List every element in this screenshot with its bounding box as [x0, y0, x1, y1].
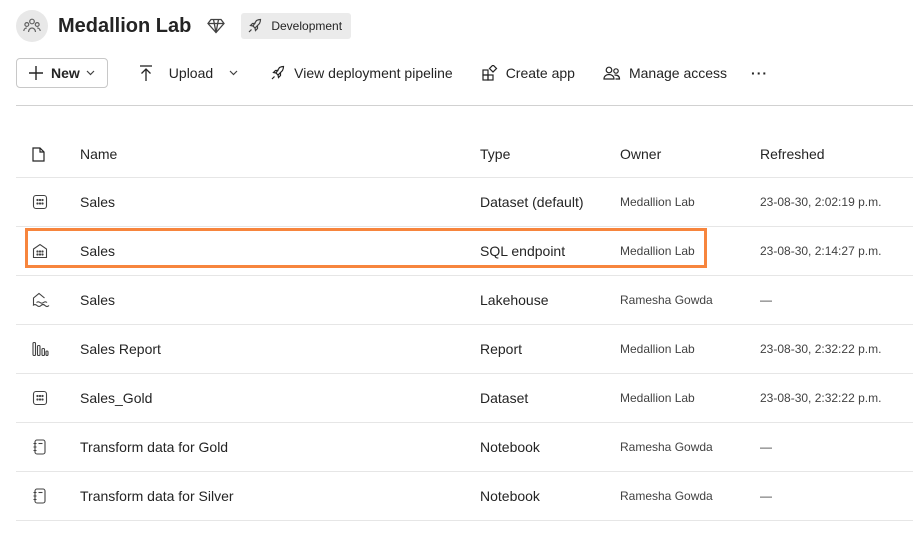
item-type: Notebook: [480, 488, 540, 504]
people-icon: [603, 66, 621, 80]
item-owner: Ramesha Gowda: [620, 489, 713, 503]
file-type-icon: [32, 131, 52, 177]
chevron-down-icon: [86, 70, 95, 76]
chevron-down-icon: [229, 70, 238, 76]
table-row[interactable]: Sales SQL endpoint Medallion Lab 23-08-3…: [16, 227, 913, 276]
upload-button[interactable]: Upload: [139, 65, 238, 81]
workspace-header: Medallion Lab Development: [16, 9, 352, 43]
dataset-icon: [32, 374, 52, 422]
table-row[interactable]: Sales Report Report Medallion Lab 23-08-…: [16, 325, 913, 374]
item-type: Dataset: [480, 390, 529, 406]
item-type: SQL endpoint: [480, 243, 566, 259]
workspace-title: Medallion Lab: [58, 14, 192, 37]
manage-access-button[interactable]: Manage access: [603, 65, 727, 81]
rocket-icon: [248, 18, 262, 33]
diamond-icon[interactable]: [207, 18, 226, 34]
upload-icon: [139, 65, 152, 81]
item-refreshed: 23-08-30, 2:14:27 p.m.: [760, 244, 882, 258]
item-name-link[interactable]: Sales: [80, 276, 115, 324]
table-header-row: Name Type Owner Refreshed: [16, 131, 913, 178]
item-refreshed: 23-08-30, 2:32:22 p.m.: [760, 342, 882, 356]
workspace-items-table: Name Type Owner Refreshed Sales Dataset …: [16, 131, 913, 521]
table-row[interactable]: Sales_Gold Dataset Medallion Lab 23-08-3…: [16, 374, 913, 423]
item-refreshed: —: [760, 489, 772, 503]
create-app-label: Create app: [505, 65, 575, 81]
column-header-refreshed[interactable]: Refreshed: [760, 131, 825, 177]
create-app-button[interactable]: Create app: [482, 65, 575, 81]
view-deployment-pipeline-button[interactable]: View deployment pipeline: [270, 65, 453, 81]
item-owner: Medallion Lab: [620, 342, 695, 356]
more-options-button[interactable]: ···: [751, 65, 768, 81]
dataset-icon: [32, 178, 52, 226]
item-type: Report: [480, 341, 523, 357]
rocket-icon: [271, 65, 285, 80]
item-refreshed: 23-08-30, 2:32:22 p.m.: [760, 391, 882, 405]
item-type: Lakehouse: [480, 292, 549, 308]
item-name-link[interactable]: Sales_Gold: [80, 374, 152, 422]
column-header-type[interactable]: Type: [480, 131, 510, 177]
new-button-label: New: [51, 65, 80, 81]
plus-icon: [29, 66, 43, 80]
item-type: Notebook: [480, 439, 540, 455]
report-icon: [32, 325, 52, 373]
column-header-owner[interactable]: Owner: [620, 131, 661, 177]
item-name-link[interactable]: Sales Report: [80, 325, 161, 373]
workspace-people-icon[interactable]: [16, 10, 48, 42]
table-row[interactable]: Sales Dataset (default) Medallion Lab 23…: [16, 178, 913, 227]
table-row[interactable]: Sales Lakehouse Ramesha Gowda —: [16, 276, 913, 325]
item-owner: Medallion Lab: [620, 195, 695, 209]
lakehouse-icon: [32, 276, 52, 324]
item-owner: Ramesha Gowda: [620, 440, 713, 454]
upload-label: Upload: [168, 65, 214, 81]
item-name-link[interactable]: Sales: [80, 178, 115, 226]
item-owner: Medallion Lab: [620, 391, 695, 405]
item-name-link[interactable]: Sales: [80, 227, 115, 275]
notebook-icon: [32, 423, 52, 471]
item-owner: Medallion Lab: [620, 244, 695, 258]
item-refreshed: —: [760, 440, 772, 454]
item-refreshed: 23-08-30, 2:02:19 p.m.: [760, 195, 882, 209]
notebook-icon: [32, 472, 52, 520]
environment-badge[interactable]: Development: [241, 13, 352, 39]
sql-endpoint-icon: [32, 227, 52, 275]
new-button[interactable]: New: [16, 58, 108, 88]
item-name-link[interactable]: Transform data for Silver: [80, 472, 234, 520]
table-row[interactable]: Transform data for Gold Notebook Ramesha…: [16, 423, 913, 472]
item-refreshed: —: [760, 293, 772, 307]
app-grid-icon: [482, 65, 498, 81]
column-header-name[interactable]: Name: [80, 131, 117, 177]
pipeline-label: View deployment pipeline: [294, 65, 453, 81]
item-name-link[interactable]: Transform data for Gold: [80, 423, 228, 471]
environment-label: Development: [271, 19, 343, 33]
toolbar-divider: [16, 105, 913, 106]
item-owner: Ramesha Gowda: [620, 293, 713, 307]
table-row[interactable]: Transform data for Silver Notebook Rames…: [16, 472, 913, 521]
item-type: Dataset (default): [480, 194, 584, 210]
toolbar: New Upload View deployment pipeline Crea…: [16, 57, 768, 89]
manage-access-label: Manage access: [628, 65, 728, 81]
